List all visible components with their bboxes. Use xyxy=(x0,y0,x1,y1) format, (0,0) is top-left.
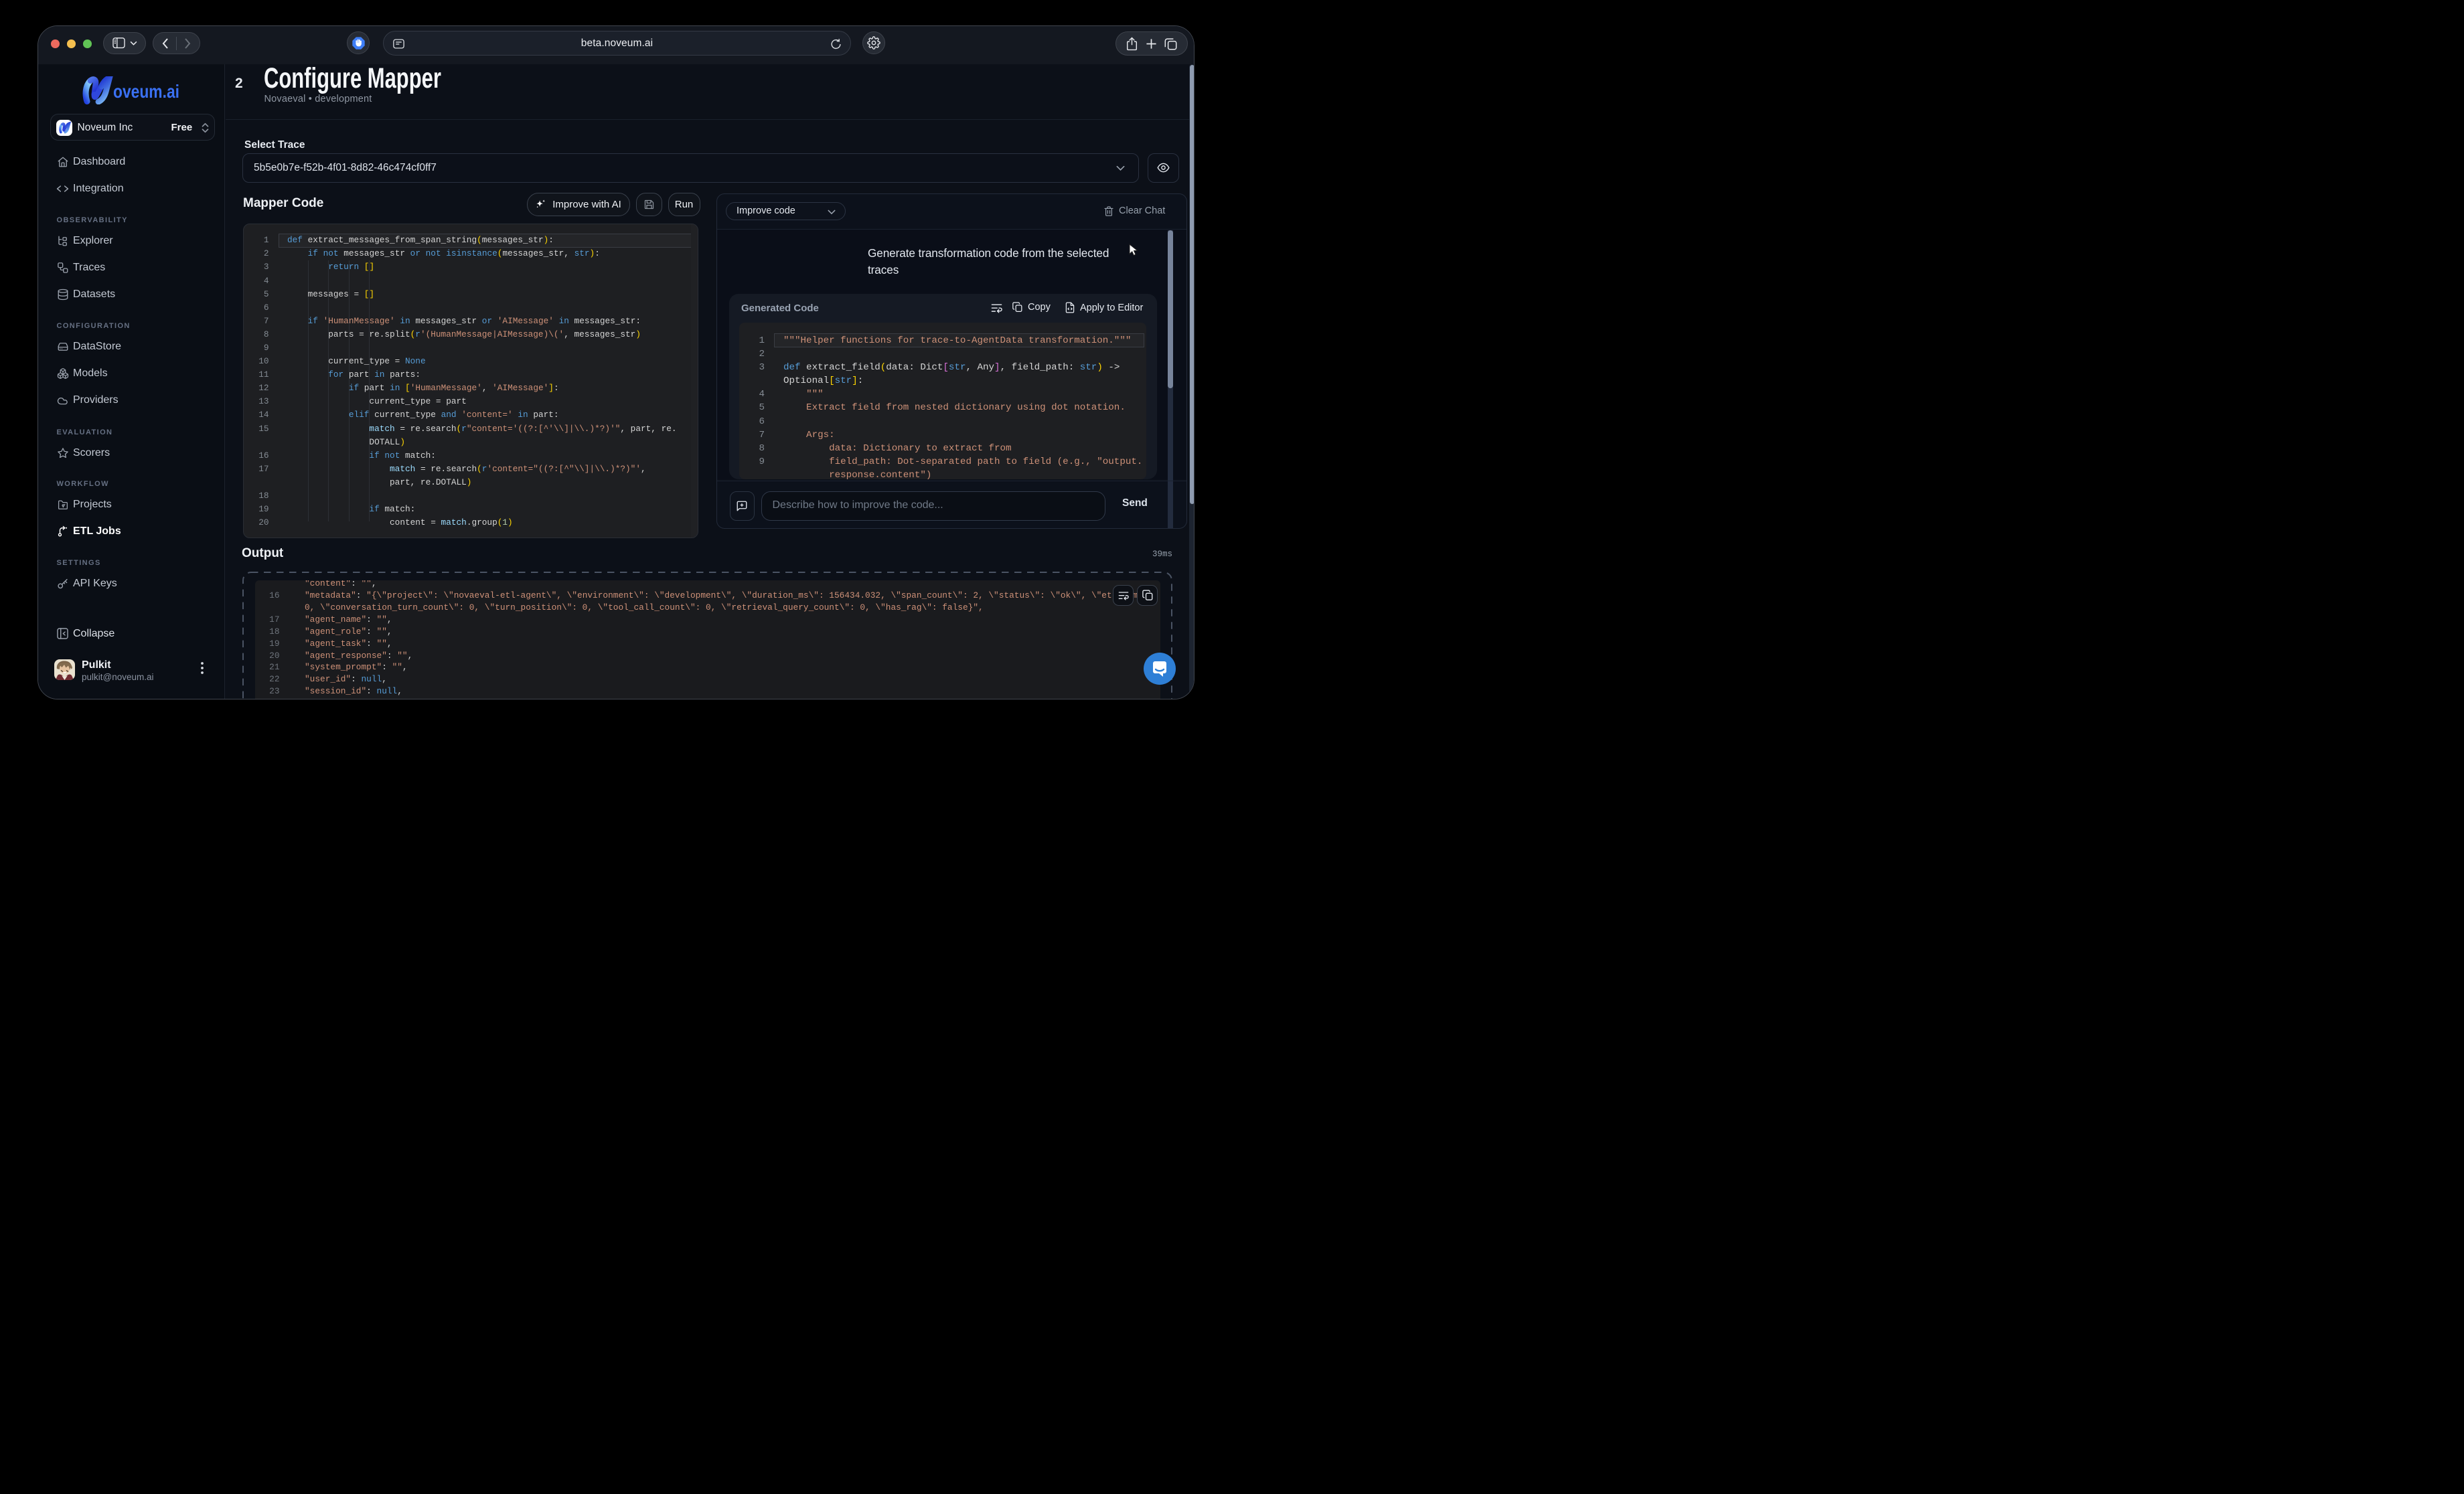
svg-text:oveum.ai: oveum.ai xyxy=(113,81,179,102)
